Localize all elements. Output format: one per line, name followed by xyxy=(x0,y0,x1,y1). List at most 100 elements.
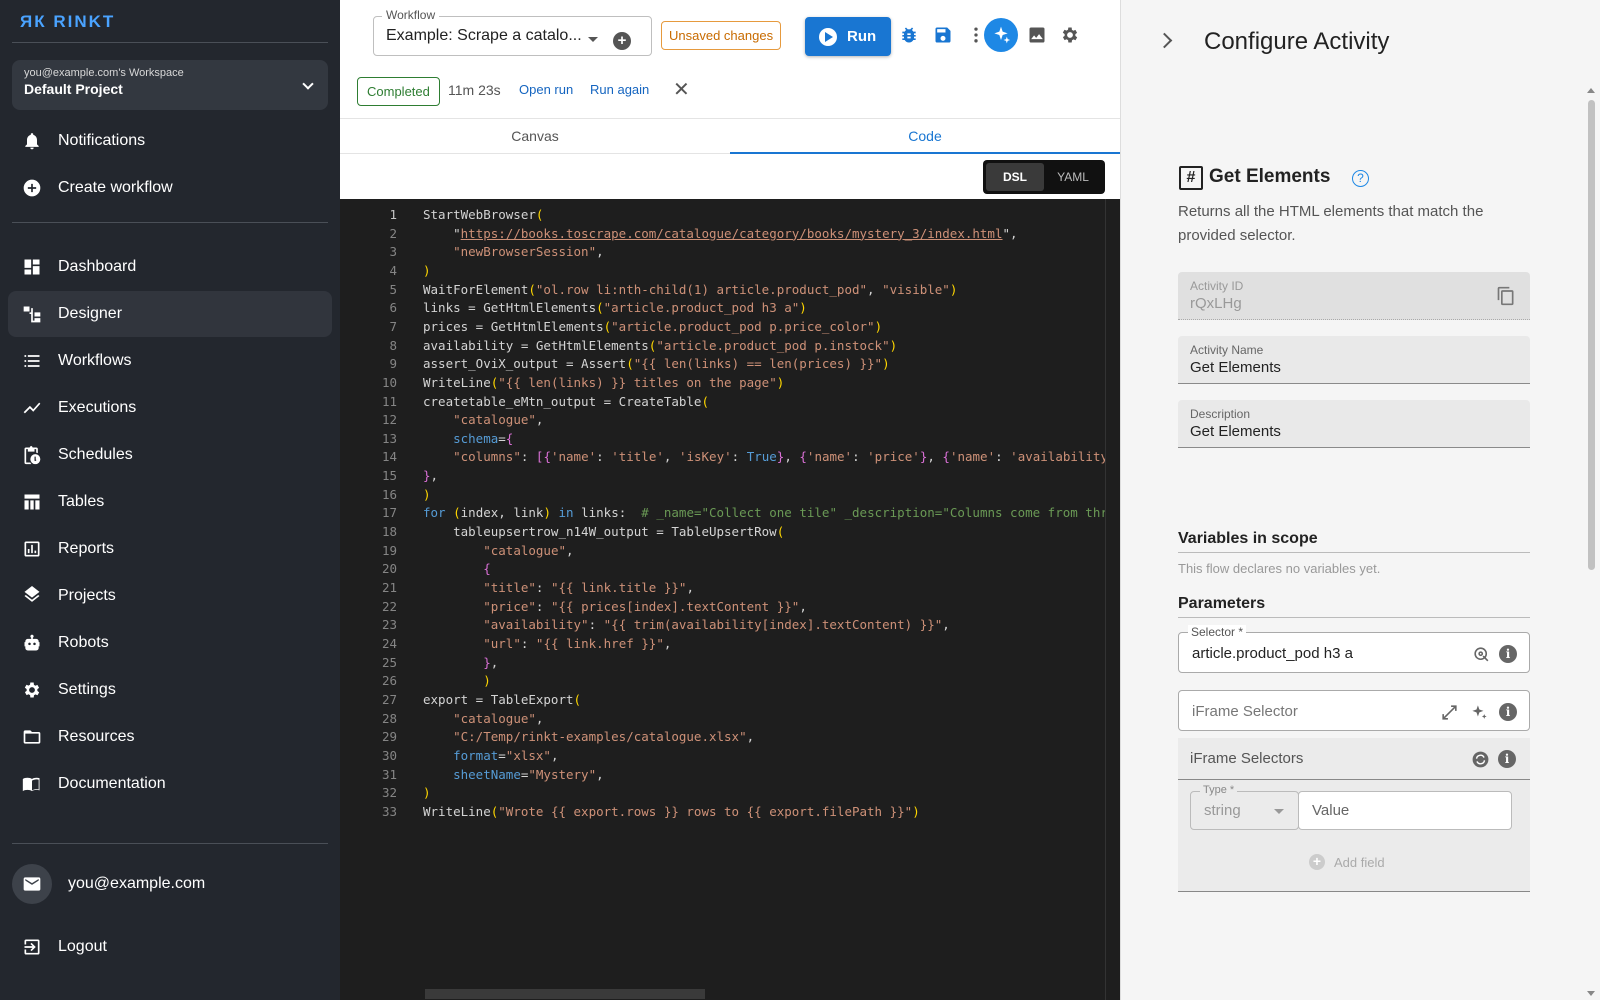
sidebar-item-workflows[interactable]: Workflows xyxy=(8,338,332,384)
run-again-link[interactable]: Run again xyxy=(590,82,649,97)
code-text: ) xyxy=(423,785,431,801)
gear-icon[interactable] xyxy=(1059,24,1081,46)
sidebar-item-tables[interactable]: Tables xyxy=(8,479,332,525)
copy-icon[interactable] xyxy=(1496,286,1516,311)
code-line[interactable]: 15}, xyxy=(340,466,1105,485)
description-field[interactable]: Description Get Elements xyxy=(1178,400,1530,448)
caret-down-icon xyxy=(1274,809,1284,814)
open-run-link[interactable]: Open run xyxy=(519,82,573,97)
code-line[interactable]: 29 "C:/Temp/rinkt-examples/catalogue.xls… xyxy=(340,727,1105,746)
selector-input[interactable]: Selector * article.product_pod h3 a i xyxy=(1178,625,1530,673)
sidebar-item-dashboard[interactable]: Dashboard xyxy=(8,244,332,290)
code-line[interactable]: 24 "url": "{{ link.href }}", xyxy=(340,634,1105,653)
sparkle-icon[interactable] xyxy=(1469,702,1489,722)
scroll-up-arrow-icon[interactable] xyxy=(1587,88,1595,93)
image-icon[interactable] xyxy=(1026,24,1048,46)
activity-name-field[interactable]: Activity Name Get Elements xyxy=(1178,336,1530,384)
sidebar-item-executions[interactable]: Executions xyxy=(8,385,332,431)
dsl-toggle-button[interactable]: DSL xyxy=(986,163,1044,191)
iframe-selector-input[interactable]: iFrame Selector i xyxy=(1178,690,1530,731)
code-line[interactable]: 14 "columns": [{'name': 'title', 'isKey'… xyxy=(340,447,1105,466)
code-line[interactable]: 16) xyxy=(340,485,1105,504)
code-line[interactable]: 8 availability = GetHtmlElements("article… xyxy=(340,336,1105,355)
code-text: WaitForElement("ol.row li:nth-child(1) a… xyxy=(423,281,958,297)
code-line[interactable]: 22 "price": "{{ prices[index].textConten… xyxy=(340,597,1105,616)
tab-canvas[interactable]: Canvas xyxy=(340,119,730,154)
code-line[interactable]: 32) xyxy=(340,783,1105,802)
sidebar-item-notifications[interactable]: Notifications xyxy=(8,118,332,164)
sidebar-item-reports[interactable]: Reports xyxy=(8,526,332,572)
pick-element-icon[interactable] xyxy=(1471,644,1491,664)
code-line[interactable]: 2 "https://books.toscrape.com/catalogue/… xyxy=(340,224,1105,243)
sidebar-item-resources[interactable]: Resources xyxy=(8,714,332,760)
scroll-down-arrow-icon[interactable] xyxy=(1587,991,1595,996)
collapse-panel-icon[interactable] xyxy=(1156,32,1173,49)
help-icon[interactable]: ? xyxy=(1352,170,1369,187)
code-text: links = GetHtmlElements("article.product… xyxy=(423,300,807,316)
code-line[interactable]: 1 StartWebBrowser( xyxy=(340,205,1105,224)
code-line[interactable]: 19 "catalogue", xyxy=(340,541,1105,560)
code-line[interactable]: 12 "catalogue", xyxy=(340,410,1105,429)
debug-bug-icon[interactable] xyxy=(898,24,920,46)
info-icon[interactable]: i xyxy=(1498,702,1518,722)
sidebar-item-label: Resources xyxy=(58,728,135,745)
code-line[interactable]: 10 WriteLine("{{ len(links) }} titles on … xyxy=(340,373,1105,392)
run-button[interactable]: Run xyxy=(805,17,891,56)
editor-scrollbar[interactable] xyxy=(1105,199,1120,1000)
sidebar-item-schedules[interactable]: Schedules xyxy=(8,432,332,478)
code-line[interactable]: 13 schema={ xyxy=(340,429,1105,448)
sidebar-item-projects[interactable]: Projects xyxy=(8,573,332,619)
code-text: sheetName="Mystery", xyxy=(453,766,604,782)
code-line[interactable]: 31 sheetName="Mystery", xyxy=(340,765,1105,784)
code-line[interactable]: 11 createtable_eMtn_output = CreateTable( xyxy=(340,392,1105,411)
info-icon[interactable]: i xyxy=(1498,644,1518,664)
caret-down-icon[interactable] xyxy=(588,37,598,42)
sidebar-item-robots[interactable]: Robots xyxy=(8,620,332,666)
code-line[interactable]: 23 "availability": "{{ trim(availability… xyxy=(340,615,1105,634)
expand-icon[interactable] xyxy=(1439,702,1459,722)
close-icon[interactable]: ✕ xyxy=(673,80,690,100)
add-workflow-icon[interactable]: + xyxy=(613,32,631,50)
panel-scrollbar[interactable] xyxy=(1577,86,1600,1000)
code-line[interactable]: 5 WaitForElement("ol.row li:nth-child(1) … xyxy=(340,280,1105,299)
code-line[interactable]: 33 WriteLine("Wrote {{ export.rows }} row… xyxy=(340,802,1105,821)
folder-icon xyxy=(22,727,42,747)
add-field-button[interactable]: + Add field xyxy=(1309,854,1385,870)
value-input[interactable]: Value xyxy=(1298,791,1512,830)
code-line[interactable]: 9 assert_OviX_output = Assert("{{ len(lin… xyxy=(340,354,1105,373)
sidebar-item-designer[interactable]: Designer xyxy=(8,291,332,337)
ai-assistant-button[interactable] xyxy=(984,18,1018,52)
logout-button[interactable]: Logout xyxy=(8,924,332,970)
code-line[interactable]: 27 export = TableExport( xyxy=(340,690,1105,709)
code-text: export = TableExport( xyxy=(423,691,582,707)
horizontal-scrollbar[interactable] xyxy=(425,989,705,999)
workflow-editor: Workflow Example: Scrape a catalo... + U… xyxy=(340,0,1120,1000)
type-select[interactable]: Type * string xyxy=(1190,784,1299,830)
refresh-icon[interactable] xyxy=(1470,749,1490,769)
workflow-select[interactable]: Workflow Example: Scrape a catalo... + xyxy=(373,8,652,56)
code-line[interactable]: 7 prices = GetHtmlElements("article.produ… xyxy=(340,317,1105,336)
sidebar-item-create-workflow[interactable]: Create workflow xyxy=(8,165,332,211)
tab-code[interactable]: Code xyxy=(730,119,1120,154)
code-line[interactable]: 21 "title": "{{ link.title }}", xyxy=(340,578,1105,597)
code-line[interactable]: 20 { xyxy=(340,559,1105,578)
sidebar-item-settings[interactable]: Settings xyxy=(8,667,332,713)
code-line[interactable]: 30 format="xlsx", xyxy=(340,746,1105,765)
save-icon[interactable] xyxy=(932,24,954,46)
code-line[interactable]: 17 for (index, link) in links: # _name="C… xyxy=(340,503,1105,522)
code-line[interactable]: 18 tableupsertrow_n14W_output = TableUps… xyxy=(340,522,1105,541)
code-line[interactable]: 26 ) xyxy=(340,671,1105,690)
code-line[interactable]: 4) xyxy=(340,261,1105,280)
code-line[interactable]: 25 }, xyxy=(340,653,1105,672)
sidebar-item-documentation[interactable]: Documentation xyxy=(8,761,332,807)
workspace-selector[interactable]: you@example.com's Workspace Default Proj… xyxy=(12,60,328,110)
yaml-toggle-button[interactable]: YAML xyxy=(1044,163,1102,191)
info-icon[interactable]: i xyxy=(1497,749,1517,769)
code-line[interactable]: 3 "newBrowserSession", xyxy=(340,242,1105,261)
code-text: assert_OviX_output = Assert("{{ len(link… xyxy=(423,356,890,372)
scrollbar-thumb[interactable] xyxy=(1588,100,1595,570)
code-line[interactable]: 6 links = GetHtmlElements("article.produc… xyxy=(340,298,1105,317)
avatar[interactable] xyxy=(12,864,52,904)
code-line[interactable]: 28 "catalogue", xyxy=(340,709,1105,728)
code-editor[interactable]: 1 StartWebBrowser(2 "https://books.toscra… xyxy=(340,199,1105,1000)
